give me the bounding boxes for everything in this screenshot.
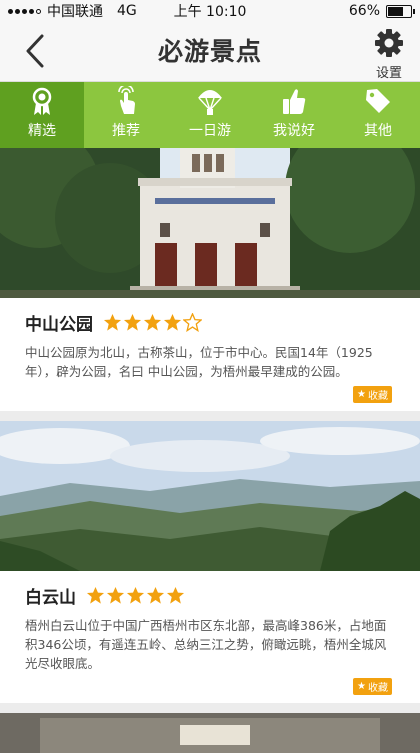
park-building-illustration [0,148,420,298]
tab-recommended[interactable]: 推荐 [84,82,168,148]
category-tab-bar: 精选 推荐 一日游 我说好 其他 [0,82,420,148]
favorite-button[interactable]: ★ 收藏 [353,678,392,695]
favorite-label: 收藏 [368,683,388,694]
spot-card-body: 中山公园 中山公园原为北山，古称茶山，位于市中心。民国14年（1925年），辟为… [0,298,420,411]
star-rating [86,586,185,605]
star-filled-icon [106,586,125,604]
star-empty-icon [183,313,202,332]
touch-hand-icon [118,86,135,114]
star-icon: ★ [357,681,366,692]
network-type: 4G [117,3,137,19]
gear-icon [375,29,403,57]
spot-card-body: 白云山 梧州白云山位于中国广西梧州市区东北部，最高峰386米，占地面积346公顷… [0,571,420,703]
tab-others[interactable]: 其他 [336,82,420,148]
settings-label: 设置 [375,66,402,81]
parachute-icon [198,90,222,115]
favorite-label: 收藏 [368,391,388,402]
spot-name: 中山公园 [25,315,93,335]
tab-featured[interactable]: 精选 [0,82,84,148]
mountain-landscape-illustration [0,421,420,571]
star-rating [103,313,202,332]
spot-title-row: 白云山 [25,583,395,608]
page-title: 必游景点 [157,37,262,66]
star-filled-icon [86,586,105,604]
status-bar: 中国联通 4G 上午 10:10 66% [0,0,420,22]
carrier-name: 中国联通 [47,4,103,20]
spot-photo-partial [0,713,420,753]
tab-i-like[interactable]: 我说好 [252,82,336,148]
spot-card[interactable]: 中山公园 中山公园原为北山，古称茶山，位于市中心。民国14年（1925年），辟为… [0,148,420,411]
status-time: 上午 10:10 [173,4,247,20]
tab-label: 其他 [364,123,392,139]
star-filled-icon [143,313,162,331]
spot-photo-baiyun-mountain [0,421,420,571]
star-filled-icon [123,313,142,331]
tab-label: 我说好 [273,123,315,139]
spot-photo-zhongshan-park [0,148,420,298]
spot-card[interactable]: 白云山 梧州白云山位于中国广西梧州市区东北部，最高峰386米，占地面积346公顷… [0,421,420,703]
favorite-button[interactable]: ★ 收藏 [353,386,392,403]
star-icon: ★ [357,389,366,400]
spot-card-partial[interactable] [0,713,420,753]
status-left: 中国联通 4G [8,1,137,21]
spot-name: 白云山 [25,588,76,608]
star-filled-icon [103,313,122,331]
settings-button[interactable]: 设置 [368,28,410,81]
battery-icon [386,4,415,18]
tag-icon [366,89,390,113]
tab-label: 推荐 [112,123,140,139]
signal-strength-icon [8,8,41,14]
spot-description: 梧州白云山位于中国广西梧州市区东北部，最高峰386米，占地面积346公顷，有遥连… [25,618,387,671]
star-filled-icon [146,586,165,604]
battery-percent: 66% [348,3,380,19]
spot-description: 中山公园原为北山，古称茶山，位于市中心。民国14年（1925年），辟为公园，名曰… [25,345,373,379]
tab-label: 精选 [28,123,56,139]
status-right: 66% [348,3,415,19]
star-filled-icon [166,586,185,604]
spot-title-row: 中山公园 [25,310,395,335]
award-ribbon-icon [32,87,52,115]
tab-day-trip[interactable]: 一日游 [168,82,252,148]
tab-label: 一日游 [189,123,231,139]
thumbs-up-icon [283,89,306,114]
star-filled-icon [126,586,145,604]
nav-bar: 必游景点 设置 [0,22,420,82]
star-filled-icon [163,313,182,331]
